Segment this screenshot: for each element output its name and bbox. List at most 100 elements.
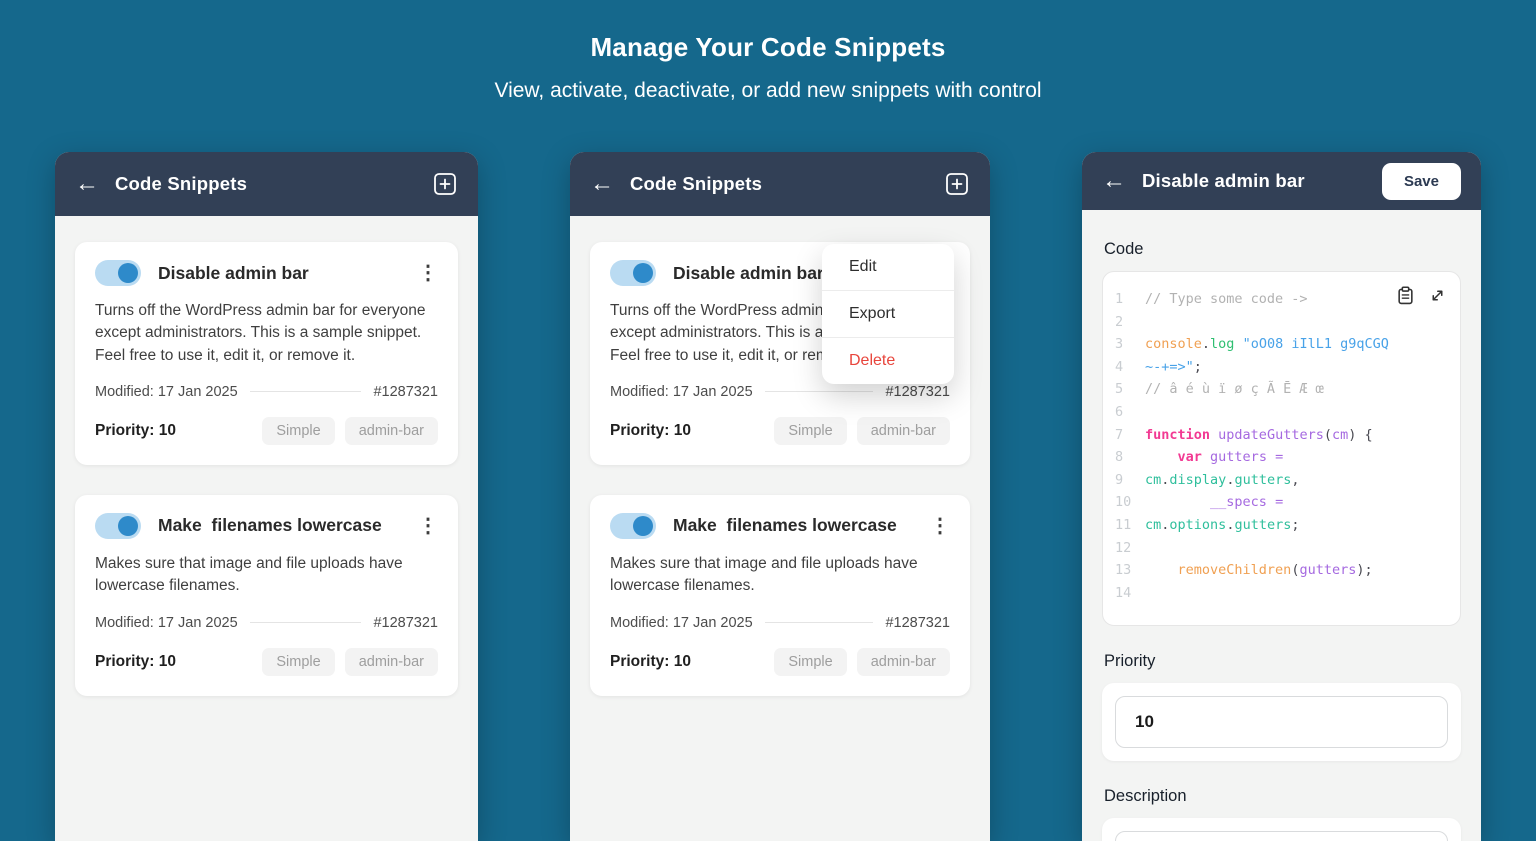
menu-item-edit[interactable]: Edit <box>822 244 954 291</box>
line-number: 13 <box>1115 559 1145 582</box>
line-number: 10 <box>1115 491 1145 514</box>
screen-title: Disable admin bar <box>1142 170 1305 192</box>
code-line: 10 __specs = <box>1115 491 1448 514</box>
priority-text: Priority: 10 <box>95 422 176 440</box>
toggle-knob <box>633 263 653 283</box>
back-icon[interactable]: ← <box>1102 169 1126 193</box>
snippet-name: Disable admin bar <box>673 263 824 284</box>
snippet-edit-screen: ← Disable admin bar Save Code 1// Type s… <box>1082 152 1481 841</box>
priority-text: Priority: 10 <box>610 422 691 440</box>
code-line: 14 <box>1115 582 1448 605</box>
tag-badge: Simple <box>774 648 846 676</box>
divider-line <box>250 391 362 392</box>
snippet-id: #1287321 <box>885 384 950 400</box>
toggle-knob <box>633 516 653 536</box>
divider-line <box>765 622 874 623</box>
snippet-toggle[interactable] <box>95 513 141 539</box>
line-number: 12 <box>1115 537 1145 560</box>
tag-badge: Simple <box>262 417 334 445</box>
priority-section-label: Priority <box>1104 652 1459 671</box>
snippet-meta: Modified: 17 Jan 2025 #1287321 <box>95 615 438 631</box>
snippet-description: Turns off the WordPress admin bar for ev… <box>95 300 438 367</box>
priority-field-card: 10 <box>1102 683 1461 761</box>
snippet-toggle[interactable] <box>610 260 656 286</box>
snippet-meta: Modified: 17 Jan 2025 #1287321 <box>610 615 950 631</box>
line-number: 11 <box>1115 514 1145 537</box>
kebab-menu-icon[interactable]: ⋮ <box>930 516 950 536</box>
snippet-card: Disable admin bar ⋮ Turns off the WordPr… <box>75 242 458 465</box>
copy-code-icon[interactable] <box>1397 286 1414 313</box>
snippet-name: Disable admin bar <box>158 263 309 284</box>
priority-text: Priority: 10 <box>610 653 691 671</box>
code-editor[interactable]: 1// Type some code ->23console.log "oO08… <box>1102 271 1461 626</box>
snippet-card: Make filenames lowercase ⋮ Makes sure th… <box>590 495 970 696</box>
priority-text: Priority: 10 <box>95 653 176 671</box>
snippet-description: Makes sure that image and file uploads h… <box>610 553 950 598</box>
back-icon[interactable]: ← <box>590 172 614 196</box>
code-line: 6 <box>1115 401 1448 424</box>
description-field-card: Makes sure that image and file uploads h… <box>1102 818 1461 841</box>
snippet-list-screen-menu-open: ← Code Snippets Disable admin bar ⋮ Turn… <box>570 152 990 841</box>
priority-input[interactable]: 10 <box>1115 696 1448 748</box>
snippet-description: Makes sure that image and file uploads h… <box>95 553 438 598</box>
toggle-knob <box>118 516 138 536</box>
description-input[interactable]: Makes sure that image and file uploads h… <box>1115 831 1448 841</box>
snippet-toggle[interactable] <box>610 513 656 539</box>
menu-item-export[interactable]: Export <box>822 291 954 338</box>
snippet-meta: Modified: 17 Jan 2025 #1287321 <box>610 384 950 400</box>
page-title: Manage Your Code Snippets <box>0 0 1536 63</box>
line-number: 1 <box>1115 288 1145 311</box>
kebab-menu-icon[interactable]: ⋮ <box>418 516 438 536</box>
modified-date: Modified: 17 Jan 2025 <box>610 384 753 400</box>
expand-code-icon[interactable] <box>1429 287 1446 312</box>
kebab-menu-icon[interactable]: ⋮ <box>418 263 438 283</box>
code-line: 12 <box>1115 537 1448 560</box>
snippet-id: #1287321 <box>373 615 438 631</box>
tag-badge: admin-bar <box>345 417 438 445</box>
code-line: 9cm.display.gutters, <box>1115 469 1448 492</box>
app-bar: ← Disable admin bar Save <box>1082 152 1481 210</box>
code-line: 13 removeChildren(gutters); <box>1115 559 1448 582</box>
code-line: 4~-+=>"; <box>1115 356 1448 379</box>
line-number: 3 <box>1115 333 1145 356</box>
hero-header: Manage Your Code Snippets View, activate… <box>0 0 1536 103</box>
snippet-list-screen: ← Code Snippets Disable admin bar ⋮ Turn… <box>55 152 478 841</box>
code-line: 2 <box>1115 311 1448 334</box>
line-number: 9 <box>1115 469 1145 492</box>
tag-badge: admin-bar <box>345 648 438 676</box>
line-number: 5 <box>1115 378 1145 401</box>
code-line: 11cm.options.gutters; <box>1115 514 1448 537</box>
app-bar: ← Code Snippets <box>570 152 990 216</box>
page-subtitle: View, activate, deactivate, or add new s… <box>0 79 1536 103</box>
tag-badge: admin-bar <box>857 417 950 445</box>
back-icon[interactable]: ← <box>75 172 99 196</box>
add-snippet-icon[interactable] <box>432 171 458 197</box>
tag-badge: Simple <box>262 648 334 676</box>
snippet-name: Make filenames lowercase <box>673 515 897 536</box>
tag-badge: admin-bar <box>857 648 950 676</box>
code-lines: 1// Type some code ->23console.log "oO08… <box>1115 288 1448 604</box>
tag-badge: Simple <box>774 417 846 445</box>
code-section-label: Code <box>1104 240 1459 259</box>
snippet-card: Make filenames lowercase ⋮ Makes sure th… <box>75 495 458 696</box>
code-line: 8 var gutters = <box>1115 446 1448 469</box>
snippet-id: #1287321 <box>373 384 438 400</box>
code-line: 7function updateGutters(cm) { <box>1115 424 1448 447</box>
screen-title: Code Snippets <box>115 173 247 195</box>
line-number: 6 <box>1115 401 1145 424</box>
code-line: 3console.log "oO08 iIlL1 g9qCGQ <box>1115 333 1448 356</box>
code-line: 5// â é ù ï ø ç Ã Ē Æ œ <box>1115 378 1448 401</box>
line-number: 4 <box>1115 356 1145 379</box>
line-number: 2 <box>1115 311 1145 334</box>
modified-date: Modified: 17 Jan 2025 <box>95 384 238 400</box>
save-button[interactable]: Save <box>1382 163 1461 200</box>
screen-title: Code Snippets <box>630 173 762 195</box>
line-number: 14 <box>1115 582 1145 605</box>
snippet-meta: Modified: 17 Jan 2025 #1287321 <box>95 384 438 400</box>
add-snippet-icon[interactable] <box>944 171 970 197</box>
menu-item-delete[interactable]: Delete <box>822 338 954 384</box>
divider-line <box>765 391 874 392</box>
snippet-name: Make filenames lowercase <box>158 515 382 536</box>
snippet-toggle[interactable] <box>95 260 141 286</box>
divider-line <box>250 622 362 623</box>
